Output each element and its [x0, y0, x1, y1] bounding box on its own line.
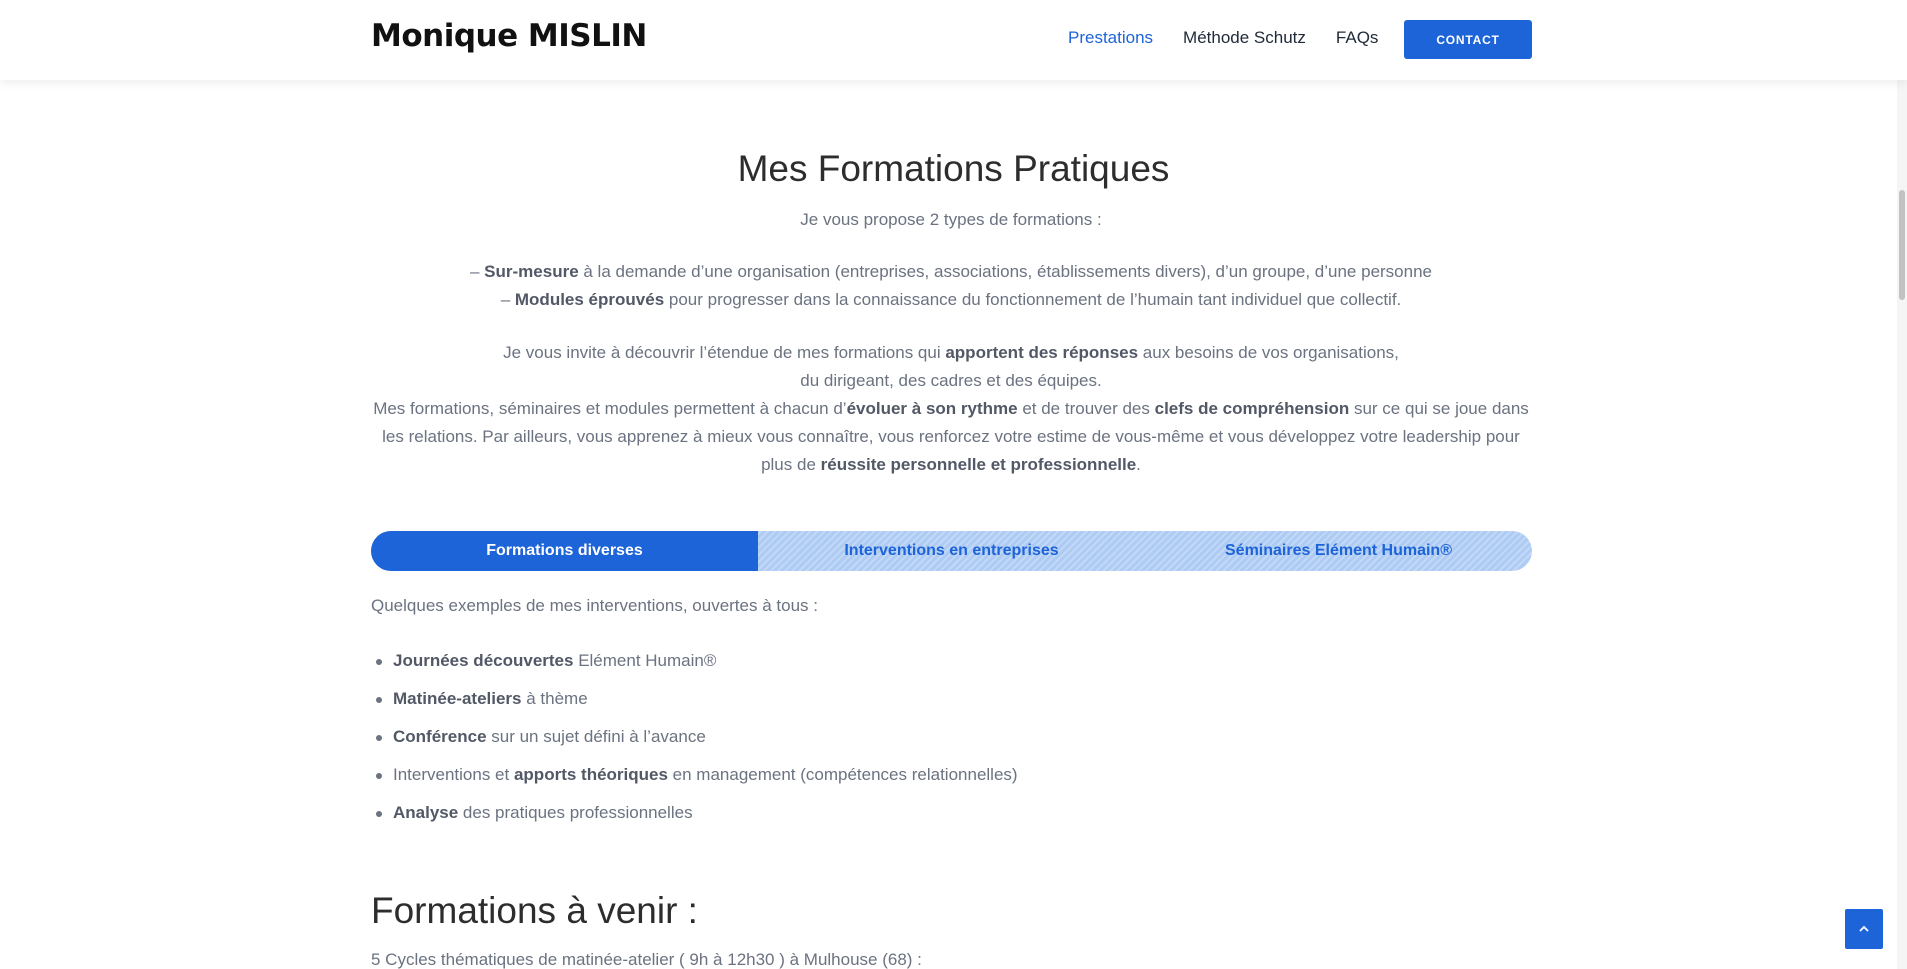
- nav-item-prestations[interactable]: Prestations: [1068, 28, 1153, 48]
- tab-interventions-entreprises[interactable]: Interventions en entreprises: [758, 531, 1145, 571]
- contact-button[interactable]: CONTACT: [1404, 20, 1532, 59]
- back-to-top-button[interactable]: [1845, 909, 1883, 949]
- formation-type-name: Modules éprouvés: [514, 290, 665, 309]
- tab-formations-diverses[interactable]: Formations diverses: [371, 531, 758, 571]
- bullet-icon: [376, 697, 382, 703]
- page-title: Mes Formations Pratiques: [737, 148, 1170, 189]
- formation-type-item: – Modules éprouvés pour progresser dans …: [500, 290, 1402, 309]
- list-item: Interventions et apports théoriques en m…: [371, 761, 1018, 799]
- formation-types: – Sur-mesure à la demande d’une organisa…: [371, 258, 1531, 314]
- main-nav: Prestations Méthode Schutz FAQs: [1068, 28, 1408, 48]
- page: Monique MISLIN Prestations Méthode Schut…: [0, 0, 1907, 969]
- intro-paragraph: Je vous invite à découvrir l’étendue de …: [373, 343, 1529, 474]
- site-logo[interactable]: Monique MISLIN: [371, 18, 647, 54]
- tab-seminaires-element-humain[interactable]: Séminaires Elément Humain®: [1145, 531, 1532, 571]
- list-item: Journées découvertes Elément Humain®: [371, 647, 1018, 685]
- upcoming-title: Formations à venir :: [371, 890, 698, 931]
- chevron-up-icon: [1859, 925, 1869, 932]
- page-scrollbar[interactable]: [1897, 0, 1907, 969]
- formation-type-name: Sur-mesure: [484, 262, 579, 281]
- list-item: Matinée-ateliers à thème: [371, 685, 1018, 723]
- site-header: Monique MISLIN Prestations Méthode Schut…: [0, 0, 1907, 80]
- list-item: Conférence sur un sujet défini à l’avanc…: [371, 723, 1018, 761]
- scrollbar-thumb[interactable]: [1899, 190, 1905, 300]
- formations-tabs: Formations diverses Interventions en ent…: [371, 531, 1532, 571]
- nav-item-methode-schutz[interactable]: Méthode Schutz: [1183, 28, 1306, 48]
- bullet-icon: [376, 811, 382, 817]
- upcoming-text: 5 Cycles thématiques de matinée-atelier …: [371, 950, 922, 969]
- examples-lead: Quelques exemples de mes interventions, …: [371, 596, 818, 615]
- formation-type-item: – Sur-mesure à la demande d’une organisa…: [469, 262, 1433, 281]
- bullet-icon: [376, 773, 382, 779]
- list-item: Analyse des pratiques professionnelles: [371, 799, 1018, 837]
- examples-list: Journées découvertes Elément Humain® Mat…: [371, 647, 1018, 837]
- bullet-icon: [376, 735, 382, 741]
- intro-lead: Je vous propose 2 types de formations :: [800, 210, 1102, 229]
- bullet-icon: [376, 659, 382, 665]
- nav-item-faqs[interactable]: FAQs: [1336, 28, 1379, 48]
